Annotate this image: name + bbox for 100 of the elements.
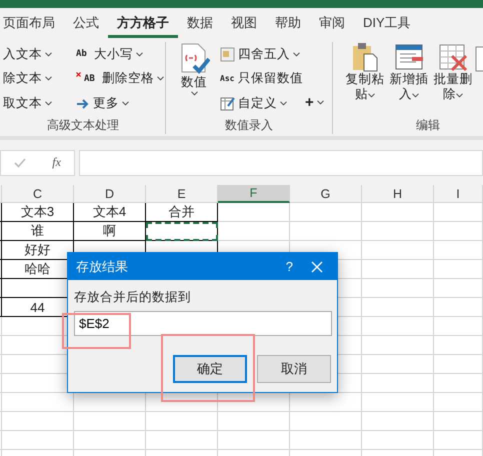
table-cell: 文本3 [2, 203, 74, 222]
group-label: 数值录入 [224, 117, 274, 134]
table-cell: 谁 [2, 222, 74, 241]
caret-icon [45, 52, 52, 57]
edit-table-icon [220, 96, 235, 112]
table-cell [362, 431, 434, 450]
table-cell [434, 393, 483, 412]
table-cell [434, 279, 483, 298]
table-cell [362, 241, 434, 260]
table-cell [290, 222, 362, 241]
caret-icon [122, 101, 129, 106]
table-cell [362, 279, 434, 298]
number-button[interactable]: 数值 [176, 42, 212, 116]
text-icon: Asc [220, 74, 235, 84]
table-cell [290, 431, 362, 450]
caret-icon [136, 52, 143, 57]
table-cell [434, 431, 483, 450]
table-cell [362, 203, 434, 222]
table-cell [74, 412, 146, 431]
caret-icon [456, 93, 463, 98]
column-header[interactable]: D [74, 185, 146, 203]
dialog-button[interactable]: 取消 [257, 355, 331, 383]
group-label: 编辑 [415, 117, 441, 134]
cross-icon [76, 72, 81, 78]
case-icon: AB [84, 74, 99, 84]
paste-icon [350, 42, 380, 72]
ribbon-menu-button[interactable]: 四舍五入 [218, 44, 305, 64]
caret-icon [45, 101, 52, 106]
caret-icon [280, 101, 287, 106]
insert-function-button[interactable]: fx [52, 155, 61, 170]
ribbon-tab[interactable]: 数据 [178, 8, 222, 38]
ribbon-tab[interactable]: 审阅 [310, 8, 354, 38]
case-icon: Ab [76, 49, 91, 60]
table-cell [362, 336, 434, 355]
close-icon[interactable] [311, 260, 323, 272]
ribbon-menu-button[interactable]: 自定义 [218, 94, 305, 114]
ribbon-tab[interactable]: 帮助 [266, 8, 310, 38]
column-header[interactable]: G [290, 185, 362, 203]
table-cell [362, 222, 434, 241]
table-cell: 文本4 [74, 203, 146, 222]
ribbon-menu-button[interactable]: Asc 只保留数值 [218, 69, 305, 88]
caret-icon [157, 76, 164, 82]
ribbon-tab[interactable]: 页面布局 [0, 8, 64, 38]
ribbon-menu-button[interactable]: 除文本 [1, 69, 54, 88]
ribbon-menu-button[interactable]: AB 删除空格 [74, 69, 166, 88]
table-cell [434, 203, 483, 222]
add-button[interactable]: + [303, 93, 326, 112]
column-header[interactable]: C [2, 185, 74, 203]
arrow-icon [76, 98, 90, 109]
table-cell [362, 317, 434, 336]
table-cell: 啊 [74, 222, 146, 241]
table-cell [434, 412, 483, 431]
ribbon-tab[interactable]: DIY工具 [354, 8, 420, 38]
ribbon-menu-button[interactable]: 更多 [74, 94, 166, 114]
dialog-button[interactable]: 确定 [173, 355, 247, 383]
table-icon [220, 46, 235, 62]
caret-icon [316, 100, 324, 105]
check-icon[interactable] [14, 158, 26, 168]
table-cell [74, 431, 146, 450]
table-cell [362, 412, 434, 431]
table-cell [2, 412, 74, 431]
table-cell [434, 222, 483, 241]
caret-icon [190, 91, 198, 96]
ribbon-button[interactable]: 批量删除 [431, 42, 475, 116]
table-cell [2, 431, 74, 450]
table-cell [434, 317, 483, 336]
target-field[interactable]: $E$2 [74, 311, 332, 336]
table-cell [218, 431, 290, 450]
table-cell [434, 241, 483, 260]
ribbon-tab[interactable]: 公式 [64, 8, 108, 38]
ribbon-tab[interactable]: 视图 [222, 8, 266, 38]
table-cell [362, 298, 434, 317]
ribbon-button[interactable]: 新增插入 [387, 42, 431, 116]
table-icon [475, 44, 483, 74]
table-cell [146, 412, 218, 431]
ribbon-menu-button[interactable]: 入文本 [1, 44, 54, 64]
field-label: 存放合并后的数据到 [74, 289, 192, 306]
dialog-title: 存放结果 [76, 258, 129, 276]
table-cell [434, 298, 483, 317]
column-header[interactable]: H [362, 185, 434, 203]
ribbon-menu-button[interactable]: 取文本 [1, 94, 54, 114]
formula-input[interactable] [79, 150, 483, 176]
caret-icon [293, 52, 300, 57]
table-cell [362, 260, 434, 279]
column-header[interactable]: I [434, 185, 483, 203]
column-header[interactable]: F [218, 185, 290, 203]
table-cell [290, 412, 362, 431]
table-cell [434, 260, 483, 279]
table-cell [434, 336, 483, 355]
group-label: 高级文本处理 [46, 117, 120, 134]
table-cell [2, 393, 74, 412]
column-header[interactable]: E [146, 185, 218, 203]
table-cell [362, 355, 434, 374]
ribbon-menu-button[interactable]: Ab 大小写 [74, 44, 166, 64]
table-cell [362, 374, 434, 393]
ribbon-button[interactable]: 复制粘贴 [343, 42, 387, 116]
table-cell [146, 431, 218, 450]
caret-icon [45, 76, 52, 82]
highlight-box [62, 313, 131, 349]
help-button[interactable]: ? [276, 259, 303, 274]
